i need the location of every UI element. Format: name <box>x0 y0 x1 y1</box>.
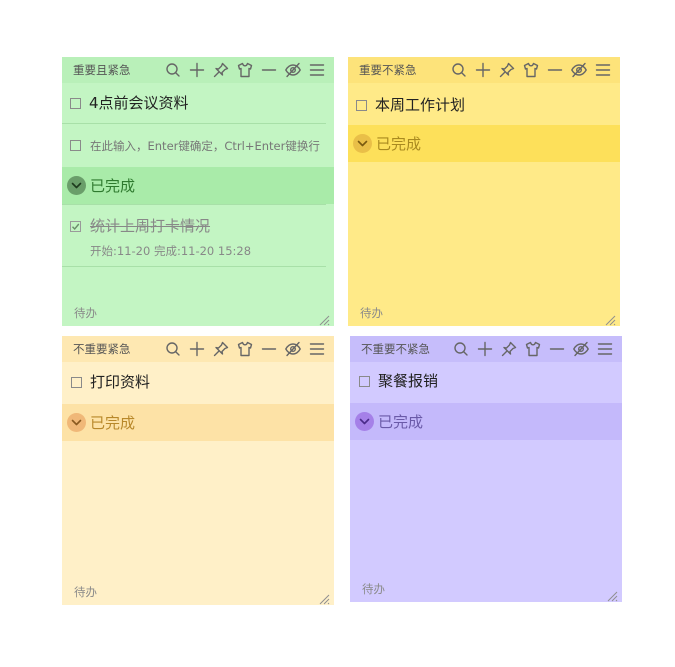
resize-grip-icon[interactable] <box>606 587 618 602</box>
note-title: 重要不紧急 <box>359 63 417 77</box>
minimize-icon[interactable] <box>548 340 566 358</box>
completed-section-toggle[interactable]: 已完成 <box>348 125 620 162</box>
completed-task-item[interactable]: 统计上周打卡情况 开始:11-20 完成:11-20 15:28 <box>62 215 334 263</box>
task-checkbox-checked[interactable] <box>70 221 81 232</box>
task-checkbox[interactable] <box>71 377 82 388</box>
chevron-down-icon[interactable] <box>355 412 374 431</box>
task-text: 打印资料 <box>90 373 151 391</box>
completed-label: 已完成 <box>90 414 136 432</box>
hide-icon[interactable] <box>284 340 302 358</box>
completed-task-dates: 开始:11-20 完成:11-20 15:28 <box>90 244 252 258</box>
minimize-icon[interactable] <box>260 340 278 358</box>
task-item[interactable]: 本周工作计划 <box>348 92 620 122</box>
note-footer-label: 待办 <box>74 306 97 320</box>
completed-label: 已完成 <box>378 413 424 431</box>
note-title: 重要且紧急 <box>73 63 131 77</box>
search-icon[interactable] <box>164 340 182 358</box>
sticky-note-important-urgent: 重要且紧急 4点前会议资料 在此输入，Enter键确定，Ctrl+Enter键换… <box>62 57 334 326</box>
note-footer-label: 待办 <box>362 582 385 596</box>
menu-icon[interactable] <box>308 61 326 79</box>
note-footer-label: 待办 <box>74 585 97 599</box>
note-footer-label: 待办 <box>360 306 383 320</box>
pin-icon[interactable] <box>212 61 230 79</box>
chevron-down-icon[interactable] <box>67 413 86 432</box>
pin-icon[interactable] <box>212 340 230 358</box>
search-icon[interactable] <box>452 340 470 358</box>
completed-label: 已完成 <box>90 177 136 195</box>
chevron-down-icon[interactable] <box>353 134 372 153</box>
task-text: 聚餐报销 <box>378 372 439 390</box>
divider <box>62 266 326 267</box>
minimize-icon[interactable] <box>546 61 564 79</box>
header-toolbar <box>164 340 326 358</box>
completed-section-toggle[interactable]: 已完成 <box>62 167 334 204</box>
resize-grip-icon[interactable] <box>318 311 330 326</box>
note-header[interactable]: 重要不紧急 <box>348 57 620 83</box>
add-icon[interactable] <box>476 340 494 358</box>
completed-label: 已完成 <box>376 135 422 153</box>
skin-icon[interactable] <box>236 61 254 79</box>
hide-icon[interactable] <box>570 61 588 79</box>
hide-icon[interactable] <box>284 61 302 79</box>
new-task-input[interactable]: 在此输入，Enter键确定，Ctrl+Enter键换行 <box>90 139 320 153</box>
divider <box>62 204 326 205</box>
sticky-note-important-not-urgent: 重要不紧急 本周工作计划 已完成 待办 <box>348 57 620 326</box>
add-icon[interactable] <box>188 61 206 79</box>
search-icon[interactable] <box>164 61 182 79</box>
sticky-note-not-important-urgent: 不重要紧急 打印资料 已完成 待办 <box>62 336 334 605</box>
minimize-icon[interactable] <box>260 61 278 79</box>
divider <box>62 123 326 124</box>
header-toolbar <box>164 61 326 79</box>
completed-task-text: 统计上周打卡情况 <box>90 217 211 235</box>
task-checkbox[interactable] <box>356 100 367 111</box>
hide-icon[interactable] <box>572 340 590 358</box>
task-checkbox[interactable] <box>359 376 370 387</box>
note-header[interactable]: 不重要不紧急 <box>350 336 622 362</box>
task-item[interactable]: 聚餐报销 <box>350 368 622 398</box>
menu-icon[interactable] <box>594 61 612 79</box>
pin-icon[interactable] <box>498 61 516 79</box>
task-checkbox[interactable] <box>70 98 81 109</box>
task-checkbox[interactable] <box>70 140 81 151</box>
skin-icon[interactable] <box>524 340 542 358</box>
note-header[interactable]: 重要且紧急 <box>62 57 334 83</box>
task-item[interactable]: 4点前会议资料 <box>62 92 334 122</box>
search-icon[interactable] <box>450 61 468 79</box>
task-item[interactable]: 打印资料 <box>62 369 334 399</box>
add-icon[interactable] <box>474 61 492 79</box>
note-title: 不重要紧急 <box>73 342 131 356</box>
header-toolbar <box>452 340 614 358</box>
note-title: 不重要不紧急 <box>361 342 430 356</box>
note-header[interactable]: 不重要紧急 <box>62 336 334 362</box>
header-toolbar <box>450 61 612 79</box>
resize-grip-icon[interactable] <box>318 590 330 605</box>
sticky-note-not-important-not-urgent: 不重要不紧急 聚餐报销 已完成 待办 <box>350 336 622 602</box>
menu-icon[interactable] <box>596 340 614 358</box>
menu-icon[interactable] <box>308 340 326 358</box>
add-icon[interactable] <box>188 340 206 358</box>
chevron-down-icon[interactable] <box>67 176 86 195</box>
skin-icon[interactable] <box>522 61 540 79</box>
task-text: 本周工作计划 <box>375 96 466 114</box>
completed-section-toggle[interactable]: 已完成 <box>62 404 334 441</box>
completed-section-toggle[interactable]: 已完成 <box>350 403 622 440</box>
resize-grip-icon[interactable] <box>604 311 616 326</box>
new-task-row[interactable]: 在此输入，Enter键确定，Ctrl+Enter键换行 <box>62 135 334 159</box>
skin-icon[interactable] <box>236 340 254 358</box>
pin-icon[interactable] <box>500 340 518 358</box>
task-text: 4点前会议资料 <box>89 94 189 112</box>
